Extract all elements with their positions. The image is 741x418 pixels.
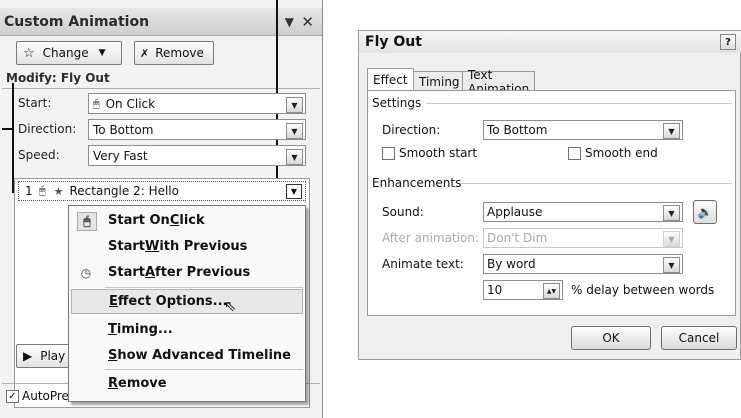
speed-label: Speed: [18, 148, 60, 162]
menu-item-remove[interactable]: Remove [71, 371, 303, 396]
dialog-title-bar: Fly Out ? [359, 31, 741, 53]
direction-dropdown[interactable]: To Bottom ▼ [483, 120, 683, 140]
sound-dropdown[interactable]: Applause ▼ [483, 202, 683, 222]
cancel-button[interactable]: Cancel [661, 326, 737, 350]
callout-bracket [12, 83, 14, 193]
menu-item-timing[interactable]: Timing... [71, 317, 303, 342]
menu-item-show-advanced-timeline[interactable]: Show Advanced Timeline [71, 343, 303, 368]
smooth-start-checkbox[interactable]: Smooth start [382, 146, 477, 160]
callout-tick [2, 128, 14, 130]
spinner-arrows-icon[interactable]: ▲▼ [543, 283, 560, 299]
menu-item-start-with-previous[interactable]: Start With Previous [71, 234, 303, 259]
settings-heading: Settings [372, 96, 422, 110]
effect-tab-panel: Settings Direction: To Bottom ▼ Smooth s… [367, 90, 736, 316]
animate-text-dropdown[interactable]: By word ▼ [483, 254, 683, 274]
chevron-down-icon: ▼ [663, 205, 680, 221]
mouse-click-icon: 🖱 [77, 212, 97, 231]
play-icon: ▶ [23, 349, 33, 363]
smooth-end-checkbox[interactable]: Smooth end [568, 146, 658, 160]
tab-text-animation[interactable]: Text Animation [462, 68, 536, 96]
checkbox-box [382, 146, 395, 160]
animate-text-label: Animate text: [382, 257, 464, 271]
chevron-down-icon: ▼ [286, 149, 303, 165]
mouse-click-icon: 🖱 [39, 184, 46, 197]
chevron-down-icon: ▼ [663, 123, 680, 139]
checkbox-box [568, 146, 581, 160]
mouse-cursor-icon: ⇖ [224, 297, 237, 315]
direction-label: Direction: [18, 122, 77, 136]
chevron-down-icon: ▼ [663, 231, 680, 247]
menu-separator [105, 369, 303, 370]
chevron-down-icon[interactable]: ▼ [286, 184, 302, 199]
pane-title: Custom Animation [4, 13, 150, 30]
tab-effect[interactable]: Effect [367, 68, 414, 91]
menu-item-start-after-previous[interactable]: ◷ Start After Previous [71, 260, 303, 285]
animation-list-item[interactable]: 1 🖱 ★ Rectangle 2: Hello ▼ [18, 181, 306, 201]
group-divider [426, 103, 732, 104]
pane-header: Custom Animation ▼ ✕ [0, 8, 322, 36]
help-icon[interactable]: ? [720, 34, 736, 50]
context-menu: 🖱 Start On Click Start With Previous ◷ S… [68, 205, 306, 402]
remove-button[interactable]: ✗ Remove [134, 41, 214, 65]
menu-separator [105, 287, 303, 288]
start-label: Start: [18, 96, 52, 110]
clock-icon: ◷ [80, 265, 92, 280]
speed-dropdown[interactable]: Very Fast ▼ [88, 145, 306, 166]
chevron-down-icon: ▼ [663, 257, 680, 273]
chevron-down-icon: ▼ [98, 48, 106, 58]
speaker-icon[interactable]: 🔈 [693, 200, 717, 224]
ok-button[interactable]: OK [571, 326, 651, 350]
sound-label: Sound: [382, 205, 424, 219]
star-icon: ☆ [23, 45, 35, 61]
mouse-click-icon: 🖱 [93, 96, 100, 110]
fly-out-dialog: Fly Out ? Effect Timing Text Animation S… [358, 30, 741, 360]
remove-effect-icon: ✗ [140, 46, 150, 60]
fly-in-effect-icon: ★ [53, 184, 64, 198]
close-icon[interactable]: ✕ [301, 13, 314, 31]
tab-timing[interactable]: Timing [413, 71, 466, 91]
menu-item-start-on-click[interactable]: 🖱 Start On Click [71, 208, 303, 233]
menu-item-effect-options[interactable]: Effect Options... ⇖ [71, 289, 303, 315]
after-animation-label: After animation: [382, 231, 479, 245]
change-button[interactable]: ☆ Change ▼ [16, 41, 122, 65]
start-dropdown[interactable]: 🖱 On Click ▼ [88, 93, 306, 114]
heading-divider [2, 88, 320, 89]
delay-label: % delay between words [571, 283, 715, 297]
checkmark-icon: ✓ [6, 389, 19, 403]
direction-dropdown[interactable]: To Bottom ▼ [88, 119, 306, 140]
after-animation-dropdown[interactable]: Don't Dim ▼ [483, 228, 683, 248]
delay-spinner[interactable]: 10 ▲▼ [483, 280, 563, 300]
chevron-down-icon: ▼ [286, 123, 303, 139]
pane-menu-arrow-icon[interactable]: ▼ [285, 15, 294, 29]
enhancements-heading: Enhancements [372, 176, 462, 190]
group-divider [460, 183, 732, 184]
chevron-down-icon: ▼ [286, 97, 303, 113]
direction-label: Direction: [382, 123, 441, 137]
play-button[interactable]: ▶ Play [16, 344, 76, 368]
modify-heading: Modify: Fly Out [6, 71, 110, 85]
